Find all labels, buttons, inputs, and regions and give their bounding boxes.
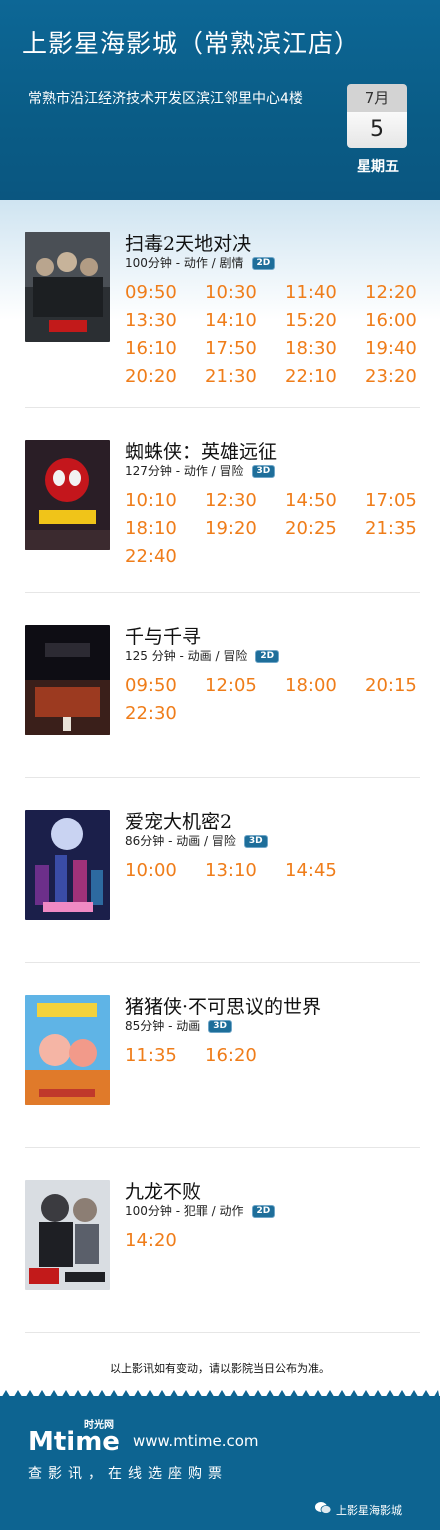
showtime[interactable]: 16:10: [125, 338, 177, 359]
showtime[interactable]: 11:35: [125, 1045, 177, 1066]
movie-title[interactable]: 千与千寻: [125, 622, 201, 649]
movie-title[interactable]: 爱宠大机密2: [125, 807, 232, 834]
showtime[interactable]: 17:50: [205, 338, 257, 359]
movie-poster[interactable]: [25, 440, 110, 550]
calendar-icon: 7月 5: [347, 84, 407, 148]
showtime[interactable]: 12:05: [205, 675, 257, 696]
logo-cn-text: 时光网: [84, 1418, 114, 1431]
divider: [25, 962, 420, 963]
movie-poster[interactable]: [25, 995, 110, 1105]
divider: [25, 407, 420, 408]
movie-title[interactable]: 九龙不败: [125, 1177, 201, 1204]
divider: [25, 1332, 420, 1333]
showtime[interactable]: 19:40: [365, 338, 417, 359]
movie-duration-genre: 86分钟 - 动画 / 冒险: [125, 834, 236, 848]
date-month: 7月: [347, 84, 407, 112]
showtime[interactable]: 18:30: [285, 338, 337, 359]
format-badge: 2D: [251, 1205, 276, 1218]
showtime[interactable]: 20:25: [285, 518, 337, 539]
showtime[interactable]: 21:30: [205, 366, 257, 387]
movie-title[interactable]: 扫毒2天地对决: [125, 229, 251, 256]
showtime[interactable]: 18:10: [125, 518, 177, 539]
movie-meta: 85分钟 - 动画 3D: [125, 1017, 232, 1034]
schedule-notice: 以上影讯如有变动，请以影院当日公布为准。: [110, 1362, 330, 1375]
movie-duration-genre: 85分钟 - 动画: [125, 1019, 201, 1033]
showtime[interactable]: 10:10: [125, 490, 177, 511]
showtime[interactable]: 09:50: [125, 675, 177, 696]
movie-duration-genre: 100分钟 - 动作 / 剧情: [125, 256, 244, 270]
movie-title[interactable]: 猪猪侠·不可思议的世界: [125, 992, 321, 1019]
showtime[interactable]: 09:50: [125, 282, 177, 303]
divider: [25, 1147, 420, 1148]
movie-meta: 100分钟 - 动作 / 剧情 2D: [125, 254, 276, 271]
wechat-icon: [315, 1502, 332, 1514]
showtime[interactable]: 11:40: [285, 282, 337, 303]
movie-poster[interactable]: [25, 625, 110, 735]
footer: Mtime 时光网 www.mtime.com 查影讯，在线选座购票 上影星海影…: [0, 1390, 440, 1530]
cinema-name: 上影星海影城（常熟滨江店）: [22, 29, 361, 58]
showtime[interactable]: 20:20: [125, 366, 177, 387]
showtime[interactable]: 12:20: [365, 282, 417, 303]
logo-text: Mtime: [28, 1427, 120, 1456]
format-badge: 3D: [251, 465, 276, 478]
website-link[interactable]: www.mtime.com: [133, 1432, 259, 1450]
showtime[interactable]: 14:20: [125, 1230, 177, 1251]
showtime[interactable]: 13:10: [205, 860, 257, 881]
showtime[interactable]: 16:20: [205, 1045, 257, 1066]
movie-duration-genre: 125 分钟 - 动画 / 冒险: [125, 649, 248, 663]
wechat-account-name: 上影星海影城: [336, 1504, 402, 1517]
movie-poster[interactable]: [25, 1180, 110, 1290]
showtime[interactable]: 15:20: [285, 310, 337, 331]
divider: [25, 592, 420, 593]
showtime[interactable]: 14:50: [285, 490, 337, 511]
showtimes-page: 上影星海影城（常熟滨江店） 常熟市沿江经济技术开发区滨江邻里中心4楼 7月 5 …: [0, 0, 440, 1530]
showtime[interactable]: 17:05: [365, 490, 417, 511]
footer-zigzag-divider: [0, 1390, 440, 1400]
format-badge: 3D: [208, 1020, 232, 1033]
cinema-address: 常熟市沿江经济技术开发区滨江邻里中心4楼: [28, 91, 303, 107]
showtime[interactable]: 14:45: [285, 860, 337, 881]
showtime[interactable]: 18:00: [285, 675, 337, 696]
movie-poster[interactable]: [25, 810, 110, 920]
format-badge: 2D: [255, 650, 280, 663]
movie-meta: 100分钟 - 犯罪 / 动作 2D: [125, 1202, 276, 1219]
showtime[interactable]: 21:35: [365, 518, 417, 539]
weekday: 星期五: [357, 159, 399, 175]
showtime[interactable]: 16:00: [365, 310, 417, 331]
showtime[interactable]: 22:40: [125, 546, 177, 567]
format-badge: 3D: [243, 835, 268, 848]
showtime[interactable]: 22:30: [125, 703, 177, 724]
showtime[interactable]: 12:30: [205, 490, 257, 511]
footer-slogan: 查影讯，在线选座购票: [28, 1466, 228, 1482]
wechat-account: 上影星海影城: [315, 1502, 402, 1518]
header: 上影星海影城（常熟滨江店） 常熟市沿江经济技术开发区滨江邻里中心4楼 7月 5 …: [0, 0, 440, 200]
movie-meta: 86分钟 - 动画 / 冒险 3D: [125, 832, 268, 849]
showtime[interactable]: 20:15: [365, 675, 417, 696]
showtime[interactable]: 14:10: [205, 310, 257, 331]
divider: [25, 777, 420, 778]
movie-meta: 125 分钟 - 动画 / 冒险 2D: [125, 647, 280, 664]
showtime[interactable]: 19:20: [205, 518, 257, 539]
showtime[interactable]: 22:10: [285, 366, 337, 387]
format-badge: 2D: [251, 257, 276, 270]
movie-duration-genre: 100分钟 - 犯罪 / 动作: [125, 1204, 244, 1218]
date-day: 5: [347, 112, 407, 148]
movie-poster[interactable]: [25, 232, 110, 342]
showtime[interactable]: 10:00: [125, 860, 177, 881]
movie-meta: 127分钟 - 动作 / 冒险 3D: [125, 462, 276, 479]
showtime[interactable]: 23:20: [365, 366, 417, 387]
mtime-logo[interactable]: Mtime 时光网: [28, 1416, 128, 1456]
movie-title[interactable]: 蜘蛛侠：英雄远征: [125, 437, 277, 464]
showtime[interactable]: 10:30: [205, 282, 257, 303]
showtime[interactable]: 13:30: [125, 310, 177, 331]
movie-duration-genre: 127分钟 - 动作 / 冒险: [125, 464, 244, 478]
